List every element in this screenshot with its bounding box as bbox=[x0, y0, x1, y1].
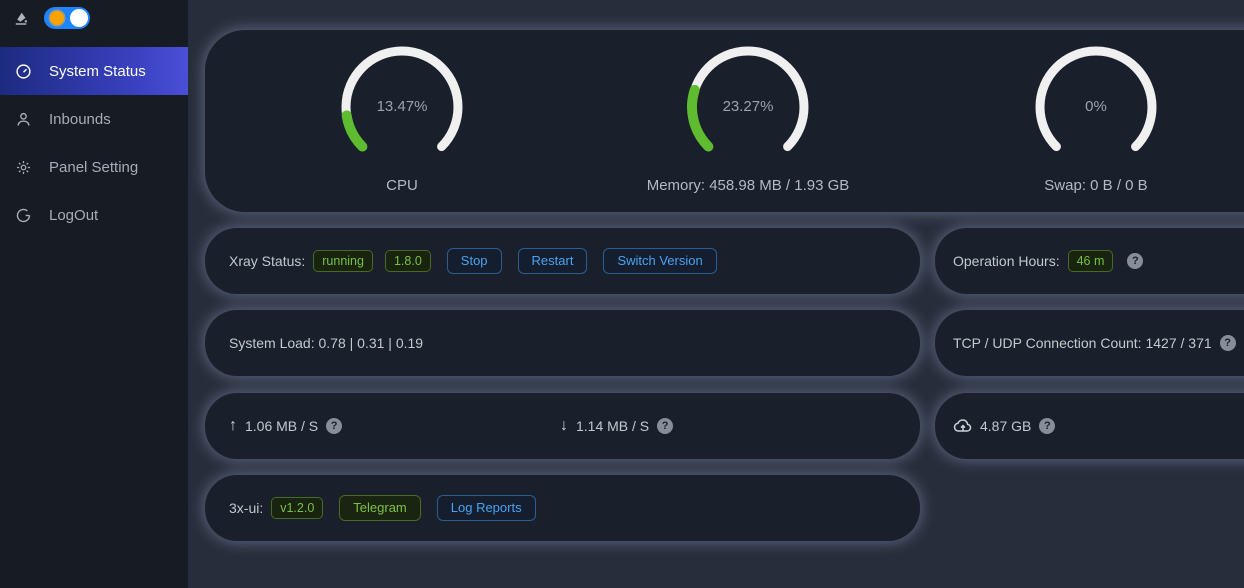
dark-theme-toggle[interactable] bbox=[44, 7, 90, 29]
download-speed-group: ↓ 1.14 MB / S bbox=[560, 417, 673, 435]
switch-version-button[interactable]: Switch Version bbox=[603, 248, 716, 274]
theme-color-icon bbox=[12, 9, 30, 27]
operation-hours-card: Operation Hours: 46 m bbox=[935, 228, 1244, 294]
cpu-gauge-label: CPU bbox=[252, 177, 552, 194]
cloud-upload-icon bbox=[953, 416, 973, 436]
download-speed-help-icon[interactable] bbox=[657, 418, 673, 434]
sidebar-item-label: Panel Setting bbox=[49, 159, 138, 176]
memory-gauge-value: 23.27% bbox=[683, 98, 813, 115]
xray-status-card: Xray Status: running 1.8.0 Stop Restart … bbox=[205, 228, 920, 294]
network-speed-card: ↑ 1.06 MB / S ↓ 1.14 MB / S bbox=[205, 393, 920, 459]
sidebar-item-panel-setting[interactable]: Panel Setting bbox=[0, 143, 188, 191]
connection-count-help-icon[interactable] bbox=[1220, 335, 1236, 351]
total-traffic-card: 4.87 GB bbox=[935, 393, 1244, 459]
app-version-card: 3x-ui: v1.2.0 Telegram Log Reports bbox=[205, 475, 920, 541]
dashboard-icon bbox=[15, 63, 32, 80]
total-traffic-text: 4.87 GB bbox=[980, 418, 1031, 434]
sidebar-nav: System Status Inbounds Panel Setting bbox=[0, 47, 188, 239]
operation-hours-label: Operation Hours: bbox=[953, 253, 1060, 269]
sidebar-item-label: LogOut bbox=[49, 207, 98, 224]
sidebar-item-logout[interactable]: LogOut bbox=[0, 191, 188, 239]
xray-status-label: Xray Status: bbox=[229, 253, 305, 269]
cpu-gauge-value: 13.47% bbox=[337, 98, 467, 115]
sidebar: System Status Inbounds Panel Setting bbox=[0, 0, 188, 588]
upload-arrow-icon: ↑ bbox=[229, 417, 237, 435]
cpu-gauge: 13.47% CPU bbox=[252, 42, 552, 194]
connection-count-text: TCP / UDP Connection Count: 1427 / 371 bbox=[953, 335, 1212, 351]
restart-button[interactable]: Restart bbox=[518, 248, 588, 274]
stop-button[interactable]: Stop bbox=[447, 248, 502, 274]
sidebar-item-system-status[interactable]: System Status bbox=[0, 47, 188, 95]
telegram-button[interactable]: Telegram bbox=[339, 495, 420, 521]
operation-hours-tag: 46 m bbox=[1068, 250, 1114, 272]
memory-gauge: 23.27% Memory: 458.98 MB / 1.93 GB bbox=[598, 42, 898, 194]
gauges-card: 13.47% CPU 23.27% Memory: 458.98 MB / 1.… bbox=[205, 30, 1244, 212]
main-content: 13.47% CPU 23.27% Memory: 458.98 MB / 1.… bbox=[188, 0, 1244, 588]
upload-speed-text: 1.06 MB / S bbox=[245, 418, 318, 434]
memory-gauge-label: Memory: 458.98 MB / 1.93 GB bbox=[598, 177, 898, 194]
app-name-label: 3x-ui: bbox=[229, 500, 263, 516]
logout-icon bbox=[15, 207, 32, 224]
swap-gauge-value: 0% bbox=[1031, 98, 1161, 115]
download-arrow-icon: ↓ bbox=[560, 417, 568, 435]
sidebar-item-inbounds[interactable]: Inbounds bbox=[0, 95, 188, 143]
system-load-text: System Load: 0.78 | 0.31 | 0.19 bbox=[229, 335, 423, 351]
upload-speed-help-icon[interactable] bbox=[326, 418, 342, 434]
swap-gauge-label: Swap: 0 B / 0 B bbox=[946, 177, 1244, 194]
connection-count-card: TCP / UDP Connection Count: 1427 / 371 bbox=[935, 310, 1244, 376]
total-traffic-help-icon[interactable] bbox=[1039, 418, 1055, 434]
xray-running-tag: running bbox=[313, 250, 373, 272]
operation-hours-help-icon[interactable] bbox=[1127, 253, 1143, 269]
gear-icon bbox=[15, 159, 32, 176]
user-icon bbox=[15, 111, 32, 128]
sidebar-item-label: System Status bbox=[49, 63, 146, 80]
xray-version-tag: 1.8.0 bbox=[385, 250, 431, 272]
sidebar-item-label: Inbounds bbox=[49, 111, 111, 128]
system-load-card: System Load: 0.78 | 0.31 | 0.19 bbox=[205, 310, 920, 376]
sun-icon bbox=[50, 11, 64, 25]
app-version-tag: v1.2.0 bbox=[271, 497, 323, 519]
upload-speed-group: ↑ 1.06 MB / S bbox=[229, 417, 342, 435]
swap-gauge: 0% Swap: 0 B / 0 B bbox=[946, 42, 1244, 194]
download-speed-text: 1.14 MB / S bbox=[576, 418, 649, 434]
toggle-knob bbox=[70, 9, 88, 27]
theme-row bbox=[0, 0, 188, 37]
log-reports-button[interactable]: Log Reports bbox=[437, 495, 536, 521]
